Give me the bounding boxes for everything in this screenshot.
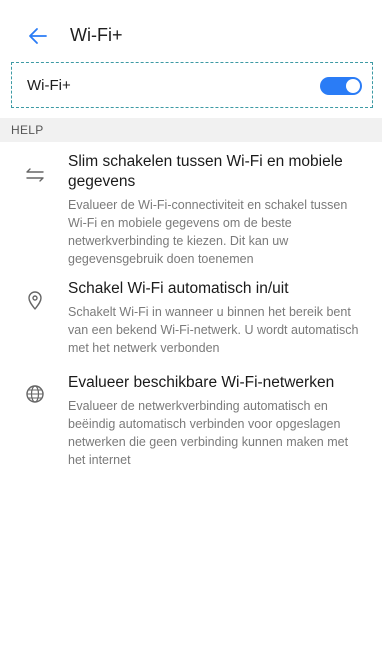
switch-arrows-icon: [24, 164, 46, 186]
globe-icon: [24, 383, 46, 405]
help-item-text: Evalueer beschikbare Wi-Fi-netwerken Eva…: [68, 373, 368, 469]
help-item-title: Evalueer beschikbare Wi-Fi-netwerken: [68, 374, 335, 391]
help-item-description: Evalueer de Wi-Fi-connectiviteit en scha…: [68, 198, 348, 266]
app-bar: Wi-Fi+: [0, 18, 382, 54]
help-item-title: Slim schakelen tussen Wi-Fi en mobiele g…: [68, 153, 343, 190]
help-item-text: Schakel Wi-Fi automatisch in/uit Schakel…: [68, 279, 368, 357]
back-button[interactable]: [26, 24, 50, 48]
wifi-plus-toggle-row[interactable]: Wi-Fi+: [11, 62, 373, 108]
help-item-title: Schakel Wi-Fi automatisch in/uit: [68, 280, 289, 297]
section-header-help: HELP: [0, 118, 382, 142]
help-item-description: Schakelt Wi-Fi in wanneer u binnen het b…: [68, 305, 359, 355]
help-item-description: Evalueer de netwerkverbinding automatisc…: [68, 399, 349, 467]
wifi-plus-screen: Wi-Fi+ Wi-Fi+ HELP Slim schakelen tussen…: [0, 0, 382, 655]
page-title: Wi-Fi+: [70, 25, 123, 45]
wifi-plus-switch[interactable]: [320, 77, 362, 95]
switch-knob: [346, 79, 360, 93]
help-item-text: Slim schakelen tussen Wi-Fi en mobiele g…: [68, 152, 368, 268]
location-pin-icon: [24, 289, 46, 311]
toggle-label: Wi-Fi+: [27, 77, 71, 94]
arrow-left-icon: [29, 28, 47, 44]
section-header-label: HELP: [11, 123, 44, 137]
